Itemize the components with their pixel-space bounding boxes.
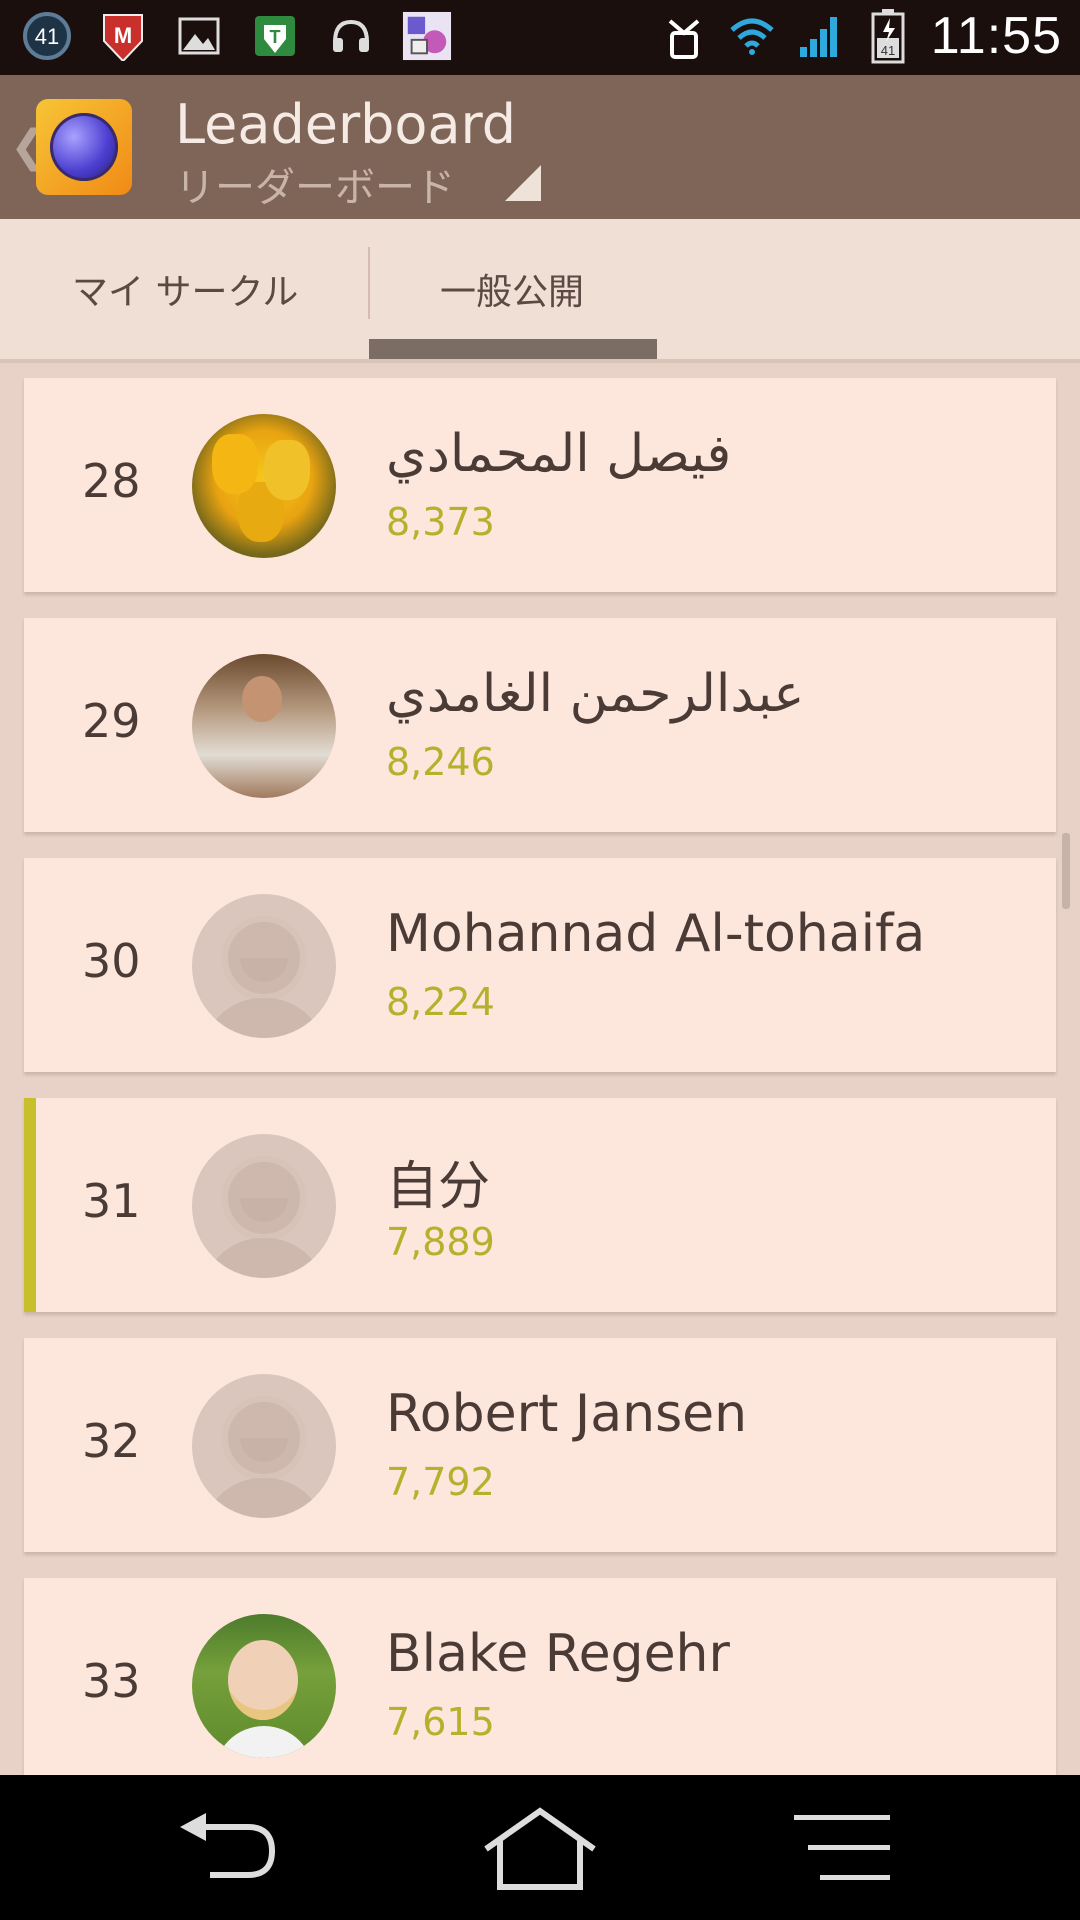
default-avatar-icon [192, 1374, 336, 1518]
leaderboard-row[interactable]: 28 فيصل المحمادي 8,373 [24, 378, 1056, 592]
gallery-icon [174, 10, 224, 62]
shield-icon: T [250, 10, 300, 62]
page-subtitle[interactable]: リーダーボード [175, 155, 455, 213]
navigation-bar [0, 1775, 1080, 1920]
menu-icon[interactable] [790, 1805, 910, 1891]
tab-public[interactable]: 一般公開 [440, 263, 584, 315]
game-thumbnail-icon [402, 10, 452, 62]
page-title: Leaderboard [175, 93, 517, 156]
leaderboard-row[interactable]: 30 Mohannad Al-tohaifa 8,224 [24, 858, 1056, 1072]
player-score: 7,792 [386, 1460, 495, 1504]
battery-icon: 41 [863, 9, 913, 64]
player-name: 自分 [386, 1157, 491, 1217]
rank-number: 31 [82, 1174, 141, 1228]
app-icon[interactable] [36, 99, 132, 195]
player-name: فيصل المحمادي [386, 424, 732, 484]
avatar [192, 414, 336, 558]
player-score: 7,615 [386, 1700, 495, 1744]
status-notifications: 41 M T [22, 10, 452, 62]
svg-text:41: 41 [880, 43, 894, 58]
wifi-icon [727, 10, 777, 62]
leaderboard-list[interactable]: 28 فيصل المحمادي 8,373 29 عبدالرحمن الغا… [0, 363, 1080, 1775]
rank-number: 33 [82, 1654, 141, 1708]
player-score: 8,246 [386, 740, 495, 784]
action-bar: ❮ Leaderboard リーダーボード [0, 75, 1080, 219]
tab-divider [368, 247, 370, 319]
player-score: 8,224 [386, 980, 495, 1024]
signal-icon [795, 10, 845, 62]
mcafee-icon: M [98, 10, 148, 62]
leaderboard-row[interactable]: 33 Blake Regehr 7,615 [24, 1578, 1056, 1775]
rank-number: 32 [82, 1414, 141, 1468]
svg-text:41: 41 [35, 24, 59, 49]
default-avatar-icon [192, 1134, 336, 1278]
player-name: Robert Jansen [386, 1384, 748, 1444]
notification-count-icon: 41 [22, 10, 72, 62]
svg-text:M: M [114, 23, 132, 48]
rank-number: 28 [82, 454, 141, 508]
avatar [192, 654, 336, 798]
player-name: Blake Regehr [386, 1624, 730, 1684]
player-name: عبدالرحمن الغامدي [386, 664, 805, 724]
player-score: 7,889 [386, 1220, 495, 1264]
player-score: 8,373 [386, 500, 495, 544]
leaderboard-row-me[interactable]: 31 自分 7,889 [24, 1098, 1056, 1312]
rank-number: 29 [82, 694, 141, 748]
rank-number: 30 [82, 934, 141, 988]
alarm-icon [659, 10, 709, 62]
avatar [192, 1614, 336, 1758]
leaderboard-row[interactable]: 32 Robert Jansen 7,792 [24, 1338, 1056, 1552]
status-time: 11:55 [930, 7, 1062, 65]
headset-icon [326, 10, 376, 62]
scrollbar[interactable] [1062, 833, 1070, 909]
status-bar: 41 M T 41 11:55 [0, 0, 1080, 75]
player-name: Mohannad Al-tohaifa [386, 904, 926, 964]
default-avatar-icon [192, 894, 336, 1038]
back-icon[interactable] [170, 1805, 290, 1891]
tab-my-circles[interactable]: マイ サークル [72, 263, 298, 315]
leaderboard-tabs: マイ サークル 一般公開 [0, 219, 1080, 363]
dropdown-corner-icon[interactable] [505, 165, 541, 201]
svg-text:T: T [270, 27, 281, 47]
leaderboard-row[interactable]: 29 عبدالرحمن الغامدي 8,246 [24, 618, 1056, 832]
status-system: 41 11:55 [659, 6, 1062, 66]
home-icon[interactable] [480, 1805, 600, 1891]
selected-tab-indicator [369, 339, 657, 359]
orb-icon [50, 113, 118, 181]
